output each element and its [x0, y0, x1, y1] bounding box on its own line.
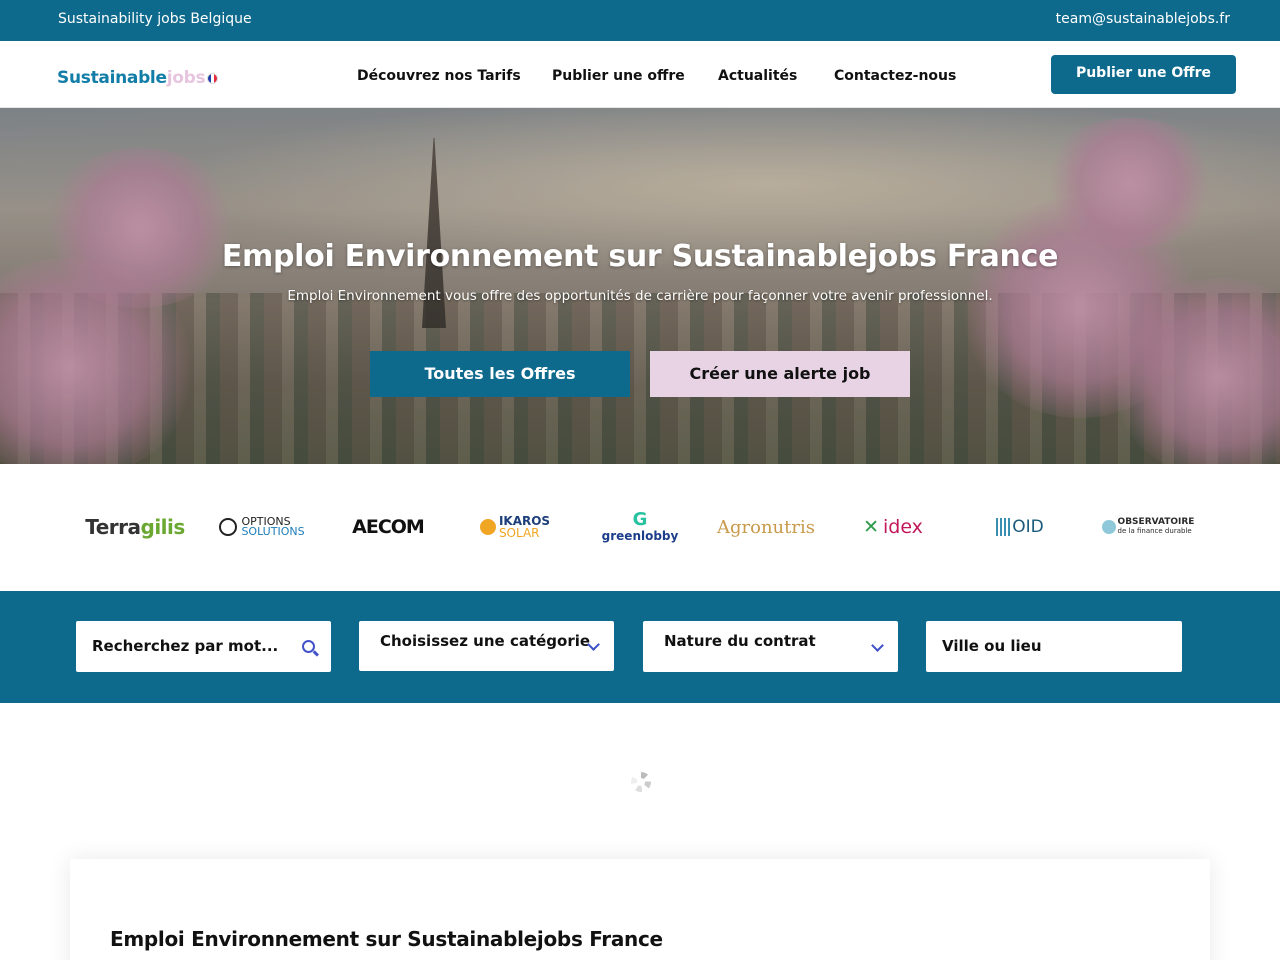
hero-title: Emploi Environnement sur Sustainablejobs… [221, 239, 1059, 274]
partner-logo-aecom[interactable]: AECOM [348, 512, 428, 542]
partner-logo-idex[interactable]: ✕ idex [858, 512, 928, 542]
partner-logo-text: greenlobby [601, 529, 679, 543]
hero-banner: Emploi Environnement sur Sustainablejobs… [0, 108, 1280, 464]
greenlobby-g-icon: G [632, 509, 648, 530]
partner-logo-text: SOLUTIONS [241, 525, 305, 538]
partner-logo-options[interactable]: OPTIONS SOLUTIONS [219, 512, 305, 542]
idex-x-icon: ✕ [863, 516, 879, 538]
nav-item-actualites[interactable]: Actualités [718, 68, 797, 84]
partner-logo-text: gilis [140, 515, 186, 539]
partner-logo-text: Terra [85, 515, 141, 539]
site-logo[interactable]: Sustainablejobs [57, 68, 219, 88]
job-alert-button[interactable]: Créer une alerte job [650, 351, 910, 397]
top-bar-link-belgique[interactable]: Sustainability jobs Belgique [58, 11, 252, 27]
partner-logos: Terra gilis OPTIONS SOLUTIONS AECOM IKARO… [0, 464, 1280, 591]
category-select[interactable]: Choisissez une catégorie [359, 621, 614, 671]
observatoire-dot-icon [1101, 520, 1116, 534]
job-search-bar: Recherchez par mot... Choisissez une cat… [0, 591, 1280, 703]
partner-logo-terragilis[interactable]: Terra gilis [85, 512, 185, 542]
keyword-search-input[interactable]: Recherchez par mot... [76, 621, 331, 672]
hero-overlay [0, 108, 1280, 464]
options-ring-icon [219, 518, 238, 536]
partner-logo-oid[interactable]: OID [994, 512, 1046, 542]
keyword-search-placeholder: Recherchez par mot... [92, 637, 279, 655]
main-navbar: Sustainablejobs Découvrez nos Tarifs Pub… [0, 41, 1280, 108]
hero-subtitle: Emploi Environnement vous offre des oppo… [287, 288, 993, 304]
all-offers-button[interactable]: Toutes les Offres [370, 351, 630, 397]
location-input[interactable]: Ville ou lieu [926, 621, 1182, 672]
partner-logo-greenlobby[interactable]: G greenlobby [602, 509, 679, 544]
category-select-label: Choisissez une catégorie [380, 632, 591, 650]
loading-spinner-icon [631, 772, 651, 792]
partner-logo-agronutris[interactable]: Agronutris [716, 512, 816, 542]
logo-text-jobs: jobs [166, 68, 206, 88]
nav-item-publier[interactable]: Publier une offre [552, 68, 685, 84]
france-flag-icon [207, 73, 219, 84]
search-icon[interactable] [302, 640, 315, 653]
top-bar-email[interactable]: team@sustainablejobs.fr [1056, 11, 1230, 27]
chevron-down-icon [871, 639, 884, 652]
publish-offer-button[interactable]: Publier une Offre [1051, 55, 1236, 94]
nav-item-tarifs[interactable]: Découvrez nos Tarifs [357, 68, 521, 84]
logo-text-sustainable: Sustainable [57, 68, 167, 88]
sun-icon [479, 519, 496, 535]
top-bar: Sustainability jobs Belgique team@sustai… [0, 0, 1280, 41]
partner-logo-text: OBSERVATOIRE [1117, 517, 1195, 527]
partner-logo-text: OID [1012, 517, 1044, 537]
nav-item-contact[interactable]: Contactez-nous [834, 68, 956, 84]
location-placeholder: Ville ou lieu [942, 637, 1042, 655]
oid-bars-icon [996, 518, 1011, 536]
partner-logo-text: de la finance durable [1117, 527, 1192, 535]
partner-logo-ikaros[interactable]: IKAROS SOLAR [479, 512, 550, 542]
content-card: Emploi Environnement sur Sustainablejobs… [70, 859, 1210, 960]
content-heading: Emploi Environnement sur Sustainablejobs… [110, 927, 663, 951]
contract-type-select[interactable]: Nature du contrat [643, 621, 898, 672]
partner-logo-text: idex [882, 516, 923, 538]
partner-logo-observatoire[interactable]: OBSERVATOIRE de la finance durable [1101, 512, 1195, 542]
contract-type-label: Nature du contrat [664, 632, 816, 650]
partner-logo-text: SOLAR [498, 526, 540, 540]
